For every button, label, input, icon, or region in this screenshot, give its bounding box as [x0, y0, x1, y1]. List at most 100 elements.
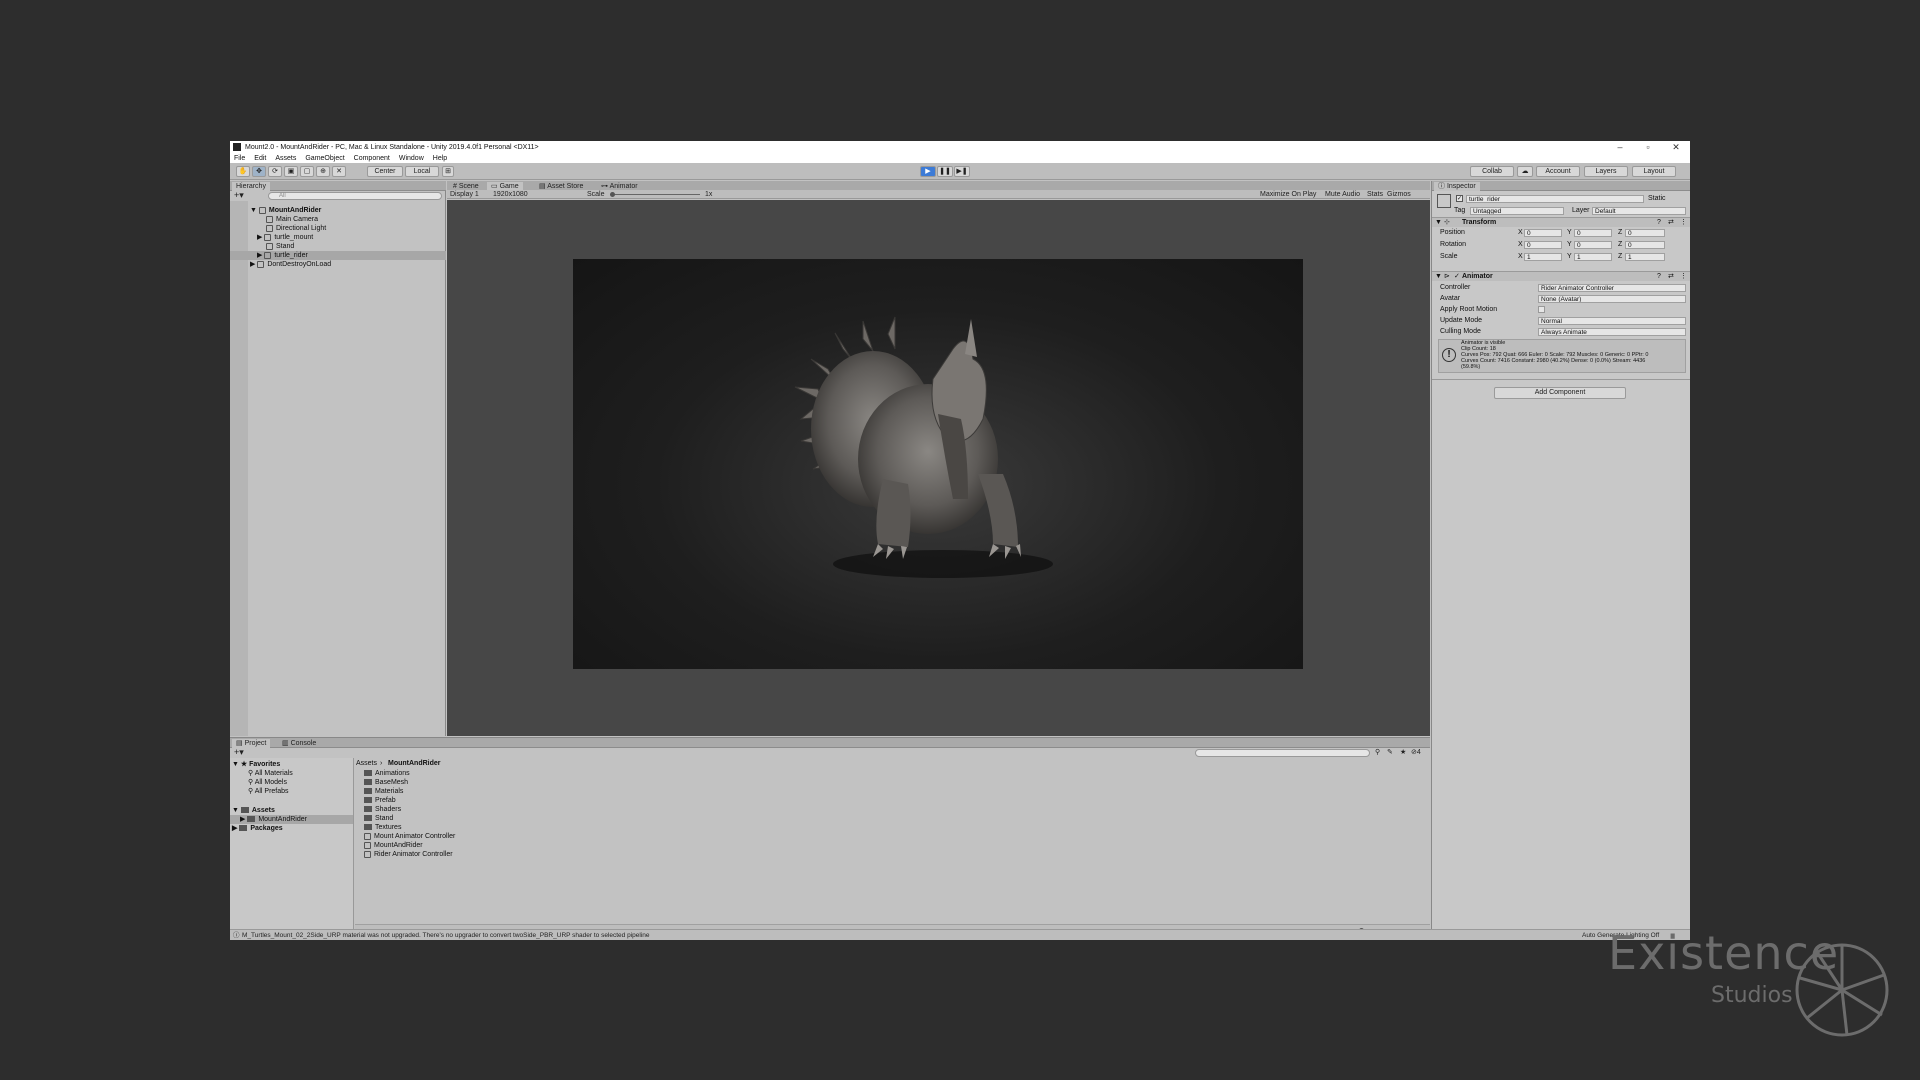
hierarchy-item-stand[interactable]: Stand	[230, 242, 446, 251]
scale-x-field[interactable]: 1	[1524, 253, 1562, 261]
star-icon[interactable]: ★	[1400, 748, 1406, 757]
scene-row-mountandrider[interactable]: ▼ MountAndRider	[230, 206, 446, 215]
update-mode-dropdown[interactable]: Normal	[1538, 317, 1686, 325]
favorite-all-models[interactable]: ⚲ All Models	[248, 778, 287, 787]
tab-inspector[interactable]: ⓘ Inspector	[1434, 182, 1480, 191]
rotation-x-field[interactable]: 0	[1524, 241, 1562, 249]
asset-folder-textures[interactable]: Textures	[364, 823, 401, 832]
project-search-input[interactable]	[1195, 749, 1370, 757]
layout-dropdown[interactable]: Layout	[1632, 166, 1676, 177]
scene-row-dontdestroyonload[interactable]: ▶ DontDestroyOnLoad	[230, 260, 446, 269]
layers-dropdown[interactable]: Layers	[1584, 166, 1628, 177]
preset-icon[interactable]: ⇄	[1668, 272, 1674, 281]
position-y-field[interactable]: 0	[1574, 229, 1612, 237]
assets-mountandrider-node[interactable]: ▶ MountAndRider	[230, 815, 353, 824]
asset-folder-stand[interactable]: Stand	[364, 814, 393, 823]
assets-node[interactable]: ▼ Assets	[232, 806, 275, 815]
active-checkbox[interactable]: ✓	[1456, 195, 1463, 202]
help-icon[interactable]: ?	[1657, 218, 1661, 227]
preset-icon[interactable]: ⇄	[1668, 218, 1674, 227]
status-message[interactable]: M_Turtles_Mount_02_2Side_URP material wa…	[242, 931, 650, 940]
custom-tool-icon[interactable]: ✕	[332, 166, 346, 177]
display-dropdown[interactable]: Display 1	[450, 190, 479, 199]
menu-window[interactable]: Window	[399, 155, 424, 162]
filter-type-icon[interactable]: ⚲	[1375, 748, 1380, 757]
culling-mode-dropdown[interactable]: Always Animate	[1538, 328, 1686, 336]
grid-snap-icon[interactable]: ⊞	[442, 166, 454, 177]
game-view[interactable]	[447, 200, 1430, 736]
asset-folder-prefab[interactable]: Prefab	[364, 796, 396, 805]
hierarchy-item-main-camera[interactable]: Main Camera	[230, 215, 446, 224]
pivot-local-button[interactable]: Local	[405, 166, 439, 177]
avatar-field[interactable]: None (Avatar)	[1538, 295, 1686, 303]
hierarchy-item-directional-light[interactable]: Directional Light	[230, 224, 446, 233]
collab-dropdown[interactable]: Collab	[1470, 166, 1514, 177]
breadcrumb-mountandrider[interactable]: MountAndRider	[388, 759, 441, 768]
rotation-z-field[interactable]: 0	[1625, 241, 1665, 249]
menu-help[interactable]: Help	[433, 155, 447, 162]
layer-dropdown[interactable]: Default	[1592, 207, 1686, 215]
hierarchy-item-turtle-mount[interactable]: ▶ turtle_mount	[230, 233, 446, 242]
pivot-center-button[interactable]: Center	[367, 166, 403, 177]
minimize-icon[interactable]: –	[1606, 142, 1634, 152]
create-plus-icon[interactable]: +▾	[234, 191, 244, 200]
pause-button[interactable]: ❚❚	[937, 166, 953, 177]
position-z-field[interactable]: 0	[1625, 229, 1665, 237]
gizmos-dropdown[interactable]: Gizmos	[1387, 190, 1411, 199]
apply-root-motion-checkbox[interactable]	[1538, 306, 1545, 313]
more-options-icon[interactable]: ⋮	[1680, 272, 1687, 281]
favorite-all-prefabs[interactable]: ⚲ All Prefabs	[248, 787, 289, 796]
create-plus-icon[interactable]: +▾	[234, 748, 244, 757]
asset-folder-materials[interactable]: Materials	[364, 787, 403, 796]
cloud-icon[interactable]: ☁	[1517, 166, 1533, 177]
close-icon[interactable]: ✕	[1662, 142, 1690, 153]
move-tool-icon[interactable]: ✥	[252, 166, 266, 177]
scale-tool-icon[interactable]: ▣	[284, 166, 298, 177]
foldout-arrow-icon[interactable]: ▼	[1435, 218, 1442, 227]
asset-rider-animator-controller[interactable]: Rider Animator Controller	[364, 850, 453, 859]
hand-tool-icon[interactable]: ✋	[236, 166, 250, 177]
rotation-y-field[interactable]: 0	[1574, 241, 1612, 249]
resolution-dropdown[interactable]: 1920x1080	[493, 190, 528, 199]
help-icon[interactable]: ?	[1657, 272, 1661, 281]
animator-header[interactable]: ▼ ⊳ ✓ Animator ? ⇄ ⋮	[1432, 271, 1690, 281]
maximize-icon[interactable]: ▫	[1634, 142, 1662, 152]
hierarchy-item-turtle-rider[interactable]: ▶ turtle_rider	[230, 251, 446, 260]
game-render-area[interactable]	[573, 259, 1303, 669]
scale-slider[interactable]	[610, 194, 700, 195]
transform-tool-icon[interactable]: ⊕	[316, 166, 330, 177]
menu-component[interactable]: Component	[354, 155, 390, 162]
hidden-count[interactable]: ⊘4	[1411, 748, 1421, 757]
menu-gameobject[interactable]: GameObject	[305, 155, 344, 162]
scale-y-field[interactable]: 1	[1574, 253, 1612, 261]
controller-field[interactable]: Rider Animator Controller	[1538, 284, 1686, 292]
play-button[interactable]: ▶	[920, 166, 936, 177]
object-name-field[interactable]: turtle_rider	[1466, 195, 1644, 203]
transform-header[interactable]: ▼ ⊹ Transform ? ⇄ ⋮	[1432, 217, 1690, 227]
favorite-all-materials[interactable]: ⚲ All Materials	[248, 769, 293, 778]
maximize-on-play-toggle[interactable]: Maximize On Play	[1260, 190, 1316, 199]
asset-folder-shaders[interactable]: Shaders	[364, 805, 401, 814]
account-dropdown[interactable]: Account	[1536, 166, 1580, 177]
position-x-field[interactable]: 0	[1524, 229, 1562, 237]
favorites-node[interactable]: ▼ ★ Favorites	[232, 760, 280, 769]
menu-file[interactable]: File	[234, 155, 245, 162]
asset-mount-animator-controller[interactable]: Mount Animator Controller	[364, 832, 455, 841]
scale-z-field[interactable]: 1	[1625, 253, 1665, 261]
stats-toggle[interactable]: Stats	[1367, 190, 1383, 199]
breadcrumb-assets[interactable]: Assets	[356, 759, 377, 768]
tab-console[interactable]: ▥ Console	[278, 739, 320, 748]
scale-slider-thumb[interactable]	[610, 192, 615, 197]
menu-assets[interactable]: Assets	[275, 155, 296, 162]
step-button[interactable]: ▶❚	[954, 166, 970, 177]
tag-dropdown[interactable]: Untagged	[1470, 207, 1564, 215]
rect-tool-icon[interactable]: ▢	[300, 166, 314, 177]
static-toggle[interactable]: Static	[1648, 194, 1666, 203]
asset-folder-animations[interactable]: Animations	[364, 769, 410, 778]
more-options-icon[interactable]: ⋮	[1680, 218, 1687, 227]
animator-enabled-checkbox[interactable]: ✓	[1454, 272, 1460, 281]
packages-node[interactable]: ▶ Packages	[232, 824, 283, 833]
asset-scene-mountandrider[interactable]: MountAndRider	[364, 841, 423, 850]
asset-folder-basemesh[interactable]: BaseMesh	[364, 778, 408, 787]
mute-audio-toggle[interactable]: Mute Audio	[1325, 190, 1360, 199]
